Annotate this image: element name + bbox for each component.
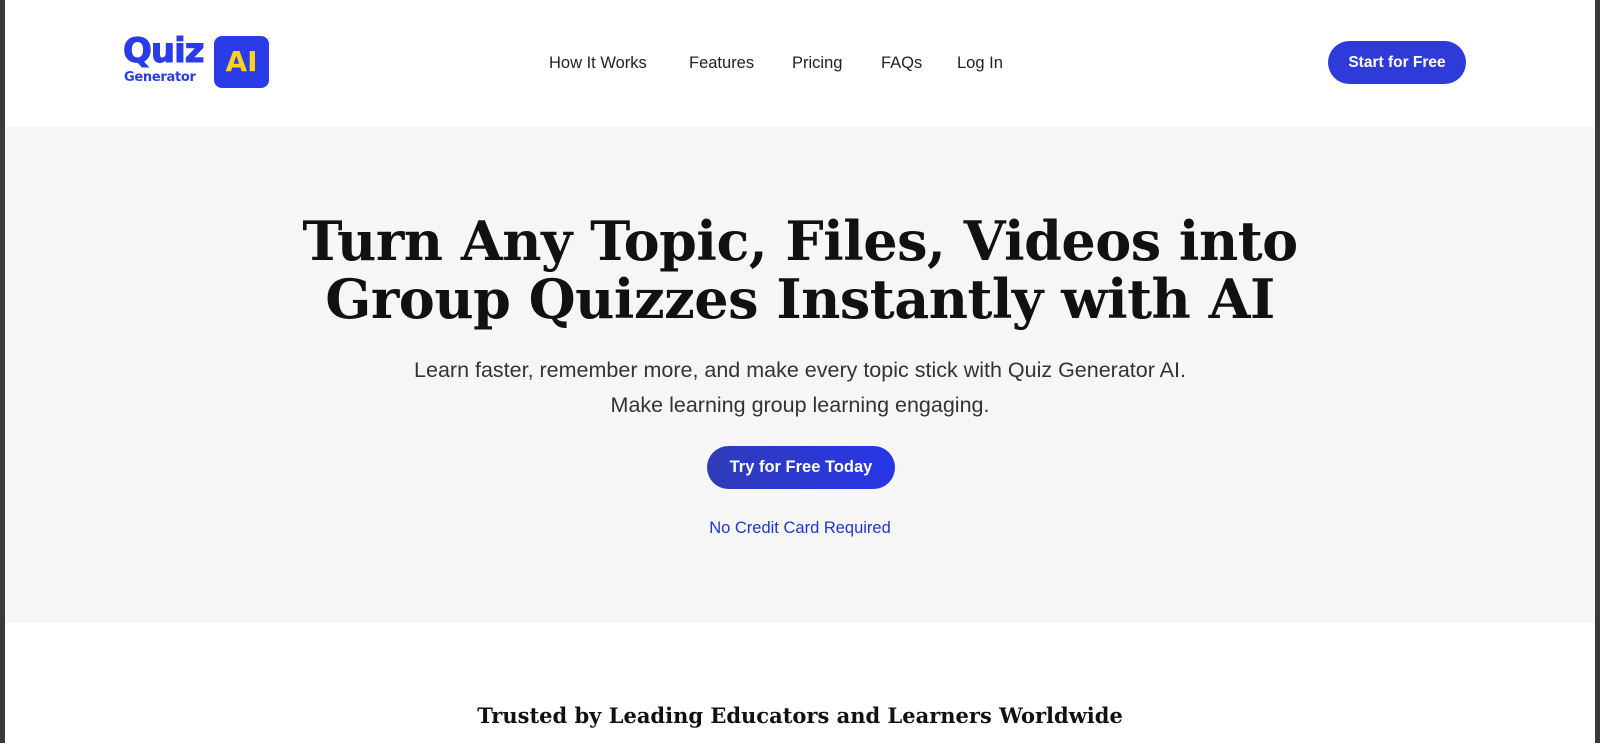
hero-subtitle-line-1: Learn faster, remember more, and make ev… <box>414 358 1186 382</box>
hero-section: Turn Any Topic, Files, Videos into Group… <box>5 127 1595 623</box>
nav-faqs[interactable]: FAQs <box>881 51 922 75</box>
nav-how-it-works[interactable]: How It Works <box>549 51 647 75</box>
try-for-free-button[interactable]: Try for Free Today <box>707 446 895 489</box>
nav-features[interactable]: Features <box>689 51 754 75</box>
page-viewport: Quiz Generator AI How It Works Features … <box>5 0 1595 743</box>
hero-title-line-1: Turn Any Topic, Files, Videos into <box>302 209 1298 273</box>
hero-subtitle-line-2: Make learning group learning engaging. <box>610 393 990 417</box>
hero-title: Turn Any Topic, Files, Videos into Group… <box>5 212 1595 328</box>
start-for-free-button[interactable]: Start for Free <box>1328 41 1466 84</box>
nav-pricing[interactable]: Pricing <box>792 51 842 75</box>
trusted-heading: Trusted by Leading Educators and Learner… <box>477 703 1123 728</box>
hero-title-line-2: Group Quizzes Instantly with AI <box>325 267 1275 331</box>
nav-log-in[interactable]: Log In <box>957 51 1003 75</box>
no-credit-card-note: No Credit Card Required <box>709 519 891 537</box>
hero-subtitle: Learn faster, remember more, and make ev… <box>5 353 1595 423</box>
window-right-edge <box>1595 0 1600 743</box>
site-header: Quiz Generator AI How It Works Features … <box>5 0 1595 127</box>
